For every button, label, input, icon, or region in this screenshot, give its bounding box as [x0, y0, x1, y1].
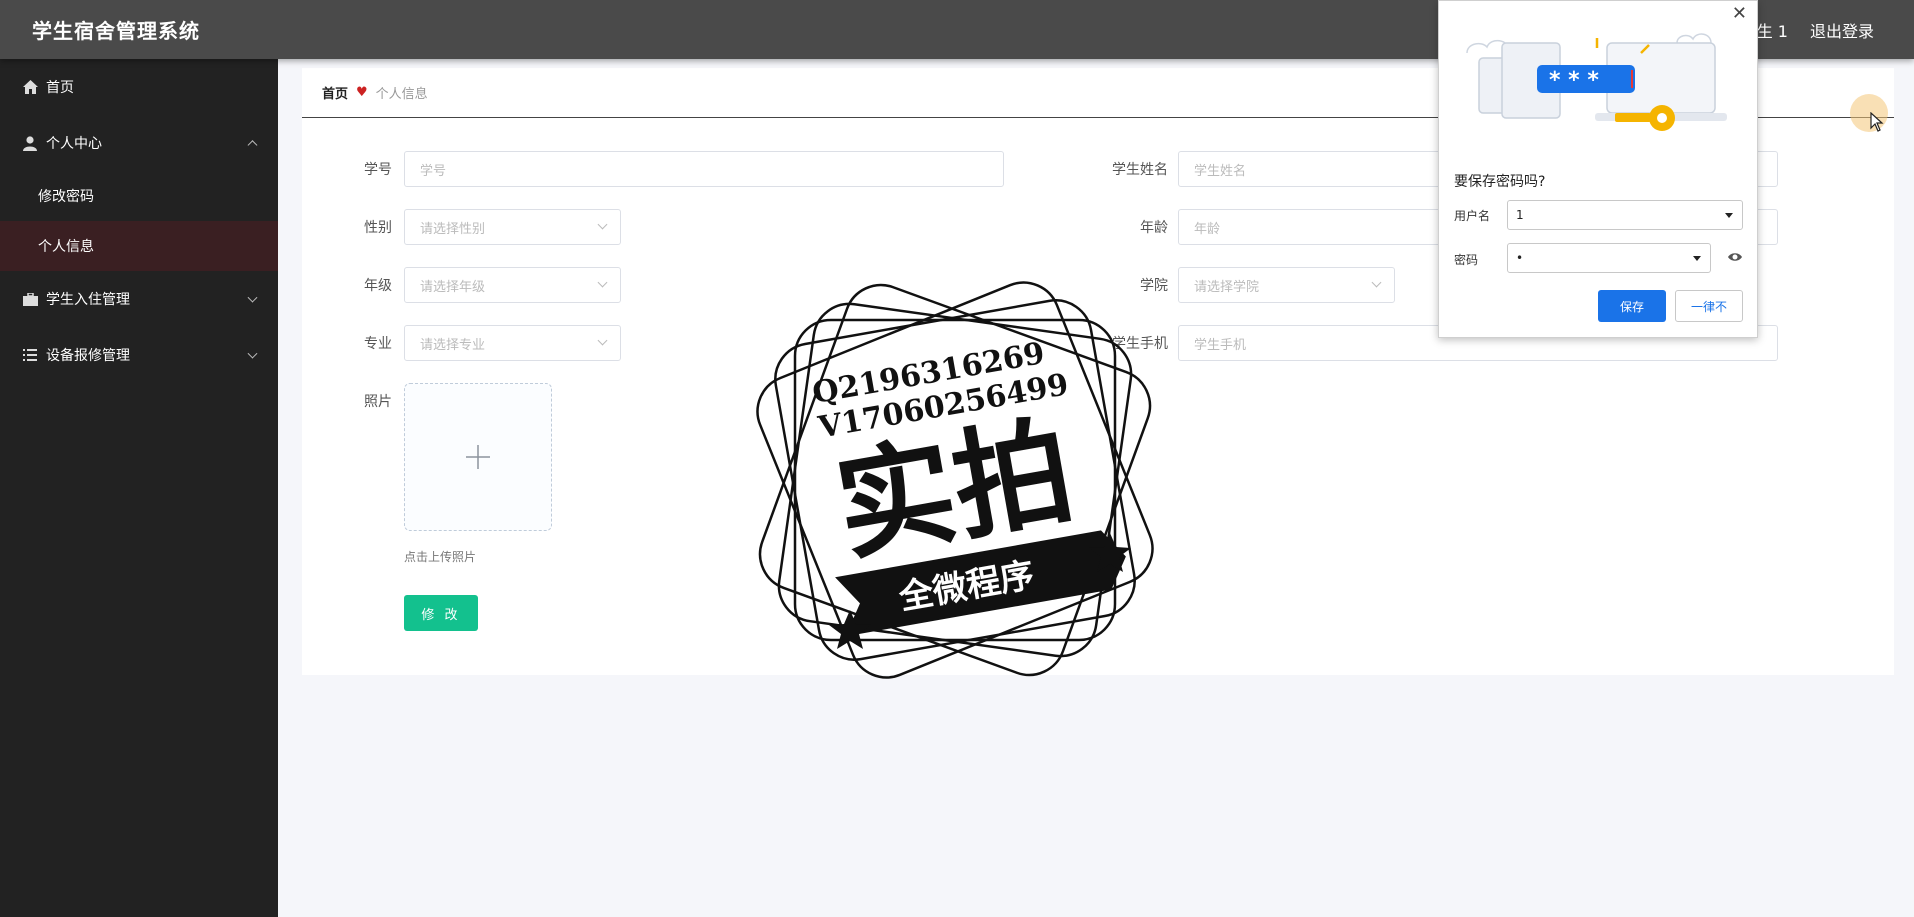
- caret-down-icon: [1693, 256, 1701, 261]
- chevron-down-icon: [597, 277, 608, 288]
- grade-select[interactable]: 请选择年级: [404, 267, 621, 303]
- sidebar-item-label: 首页: [46, 80, 74, 96]
- chevron-down-icon: [597, 219, 608, 230]
- briefcase-icon: [22, 291, 38, 307]
- never-save-button[interactable]: 一律不: [1675, 290, 1743, 322]
- sidebar-item-label: 个人中心: [46, 136, 102, 152]
- chevron-up-icon: [247, 140, 258, 151]
- cursor-icon: [1870, 112, 1884, 132]
- sidebar-subitem-personal-info[interactable]: 个人信息: [0, 221, 278, 271]
- save-password-question: 要保存密码吗?: [1454, 174, 1546, 190]
- student-no-label: 学号: [364, 162, 392, 178]
- password-value: •: [1516, 251, 1524, 265]
- major-select[interactable]: 请选择专业: [404, 325, 621, 361]
- age-label: 年龄: [1140, 220, 1168, 236]
- header-actions: 生 1 退出登录: [1757, 0, 1874, 59]
- sidebar-subitem-label: 修改密码: [38, 189, 94, 205]
- password-select[interactable]: •: [1507, 243, 1711, 273]
- sidebar-subitem-label: 个人信息: [38, 239, 94, 255]
- breadcrumb-home[interactable]: 首页: [322, 83, 348, 102]
- user-icon: [22, 135, 38, 151]
- grade-label: 年级: [364, 278, 392, 294]
- grade-placeholder: 请选择年级: [420, 279, 486, 295]
- plus-icon: [466, 445, 490, 469]
- username-select[interactable]: 1: [1507, 200, 1743, 230]
- breadcrumb-current: 个人信息: [375, 87, 428, 102]
- app-title: 学生宿舍管理系统: [32, 19, 200, 43]
- photo-upload[interactable]: [404, 383, 552, 531]
- list-icon: [22, 347, 38, 363]
- current-user: 生 1: [1756, 21, 1788, 41]
- chevron-down-icon: [247, 348, 258, 359]
- photo-label: 照片: [364, 394, 392, 410]
- modify-button[interactable]: 修 改: [404, 595, 478, 631]
- save-password-button[interactable]: 保存: [1598, 290, 1666, 322]
- sidebar-item-label: 学生入住管理: [46, 292, 130, 308]
- student-no-input[interactable]: 学号: [404, 151, 1004, 187]
- save-password-popup: ✕ * * * 要保存密码吗? 用户名 1 密码 • 保存 一律不: [1438, 0, 1758, 338]
- illustration-text: * * *: [1549, 68, 1599, 93]
- chevron-down-icon: [1371, 277, 1382, 288]
- gender-select[interactable]: 请选择性别: [404, 209, 621, 245]
- logout-link[interactable]: 退出登录: [1810, 18, 1874, 42]
- username-value: 1: [1516, 208, 1524, 222]
- sidebar-item-checkin-management[interactable]: 学生入住管理: [0, 271, 278, 327]
- heart-icon: ♥: [356, 85, 368, 100]
- chevron-down-icon: [597, 335, 608, 346]
- sidebar-item-home[interactable]: 首页: [0, 59, 278, 115]
- home-icon: [22, 79, 38, 95]
- sidebar-item-personal-center[interactable]: 个人中心: [0, 115, 278, 171]
- username-label: 用户名: [1454, 209, 1491, 223]
- chevron-down-icon: [247, 292, 258, 303]
- major-label: 专业: [364, 336, 392, 352]
- sidebar: 首页 个人中心 修改密码 个人信息 学生入住管理 设备报修管理: [0, 59, 278, 917]
- sidebar-item-label: 设备报修管理: [46, 348, 130, 364]
- college-select[interactable]: 请选择学院: [1178, 267, 1395, 303]
- college-placeholder: 请选择学院: [1194, 279, 1260, 295]
- sidebar-item-repair-management[interactable]: 设备报修管理: [0, 327, 278, 383]
- password-illustration: * * *: [1466, 33, 1727, 131]
- college-label: 学院: [1140, 278, 1168, 294]
- major-placeholder: 请选择专业: [420, 337, 486, 353]
- caret-down-icon: [1725, 213, 1733, 218]
- student-name-label: 学生姓名: [1112, 162, 1168, 178]
- phone-label: 学生手机: [1112, 336, 1168, 352]
- gender-placeholder: 请选择性别: [420, 221, 486, 237]
- sidebar-subitem-change-password[interactable]: 修改密码: [0, 171, 278, 221]
- upload-tip: 点击上传照片: [404, 550, 477, 564]
- password-label: 密码: [1454, 253, 1479, 267]
- gender-label: 性别: [364, 220, 392, 236]
- eye-icon[interactable]: [1727, 249, 1743, 265]
